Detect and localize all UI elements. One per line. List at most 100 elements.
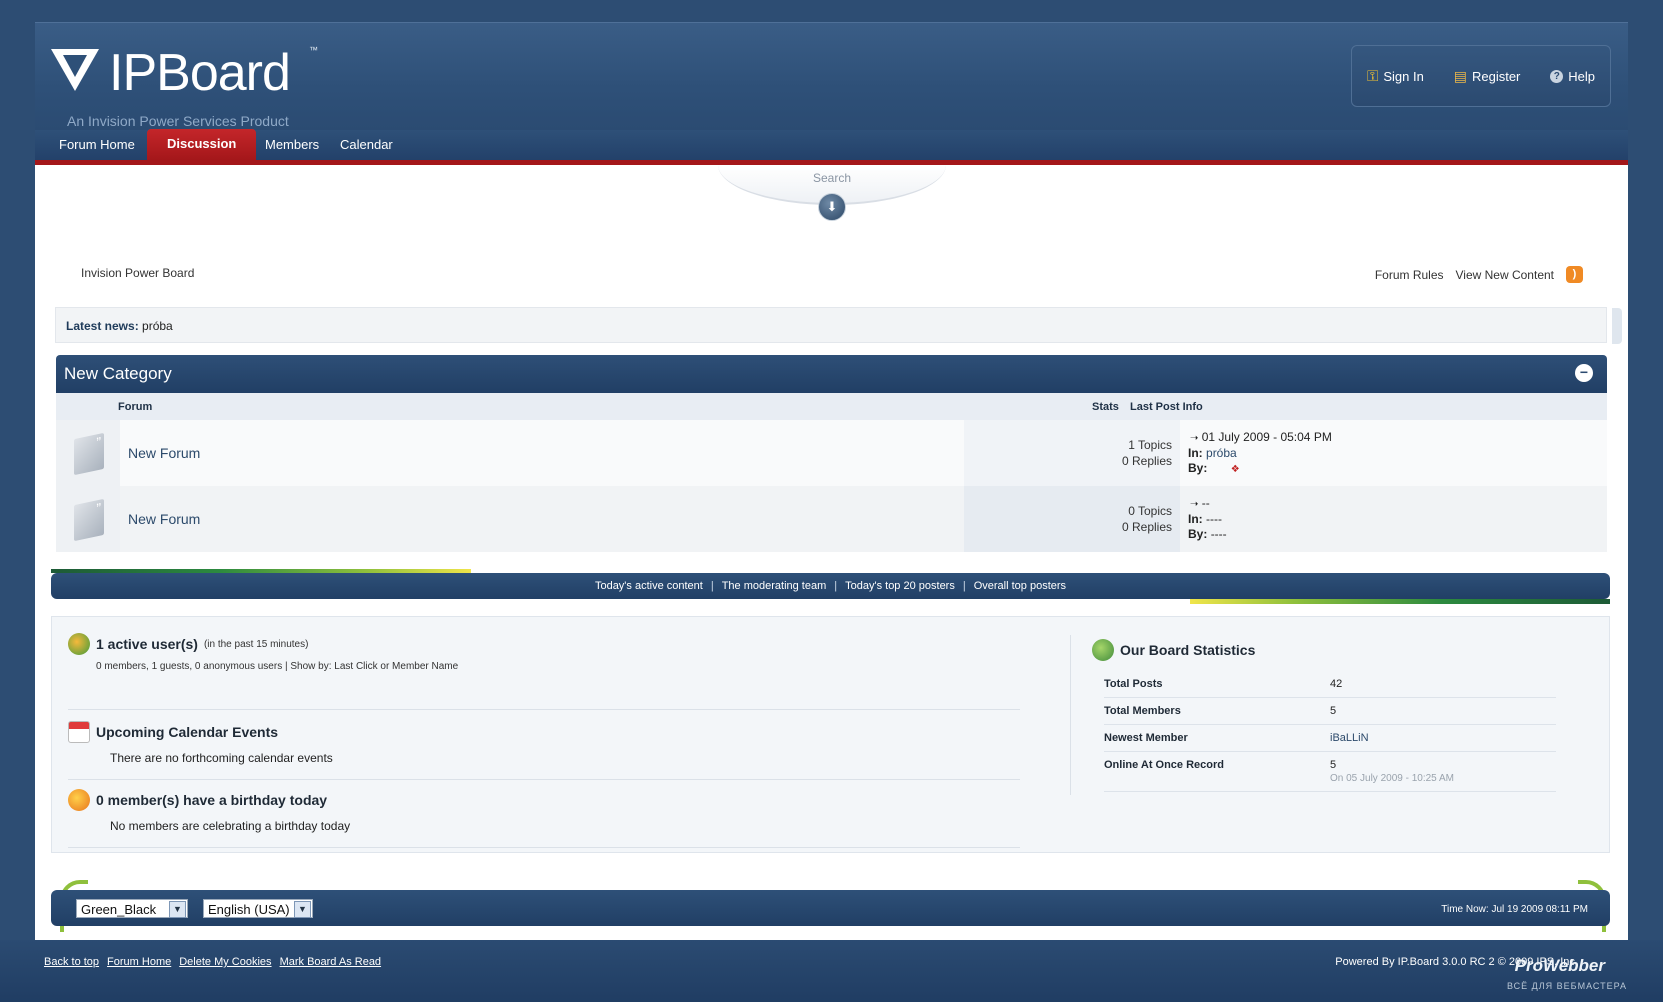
stat-key: Newest Member: [1104, 724, 1330, 752]
top-links: Forum Rules View New Content ): [1375, 266, 1583, 283]
forum-link[interactable]: New Forum: [128, 445, 200, 461]
logo-trademark: ™: [309, 45, 318, 55]
column-divider: [1070, 635, 1071, 795]
birthday-text: No members are celebrating a birthday to…: [110, 819, 351, 833]
search-label: Search: [812, 171, 852, 185]
last-post-topic-link[interactable]: próba: [1206, 446, 1237, 460]
help-link[interactable]: ? Help: [1550, 69, 1595, 84]
forum-name-cell: New Forum: [120, 486, 964, 552]
category-title[interactable]: New Category: [64, 364, 172, 383]
logo-tagline: An Invision Power Services Product: [67, 113, 289, 129]
last-post-author: ----: [1210, 527, 1227, 541]
replies-count: 0 Replies: [1121, 520, 1172, 534]
help-label: Help: [1568, 68, 1596, 84]
board-stats-title: Our Board Statistics: [1120, 642, 1256, 658]
table-row: Newest Member iBaLLiN: [1104, 724, 1556, 752]
tab-forum-home[interactable]: Forum Home: [59, 130, 135, 160]
top-20-posters-link[interactable]: Today's top 20 posters: [845, 580, 955, 592]
arrow-right-icon: ➝: [1190, 433, 1199, 444]
forum-row: ” New Forum 0 Topics 0 Replies ➝ -- In: …: [56, 486, 1607, 552]
member-icon: ❖: [1230, 464, 1240, 475]
col-stats: Stats: [1092, 401, 1119, 413]
watermark-subtext: ВСЁ ДЛЯ ВЕБМАСТЕРА: [1506, 981, 1627, 991]
decorative-stripe-right: [1190, 599, 1610, 604]
calendar-section: Upcoming Calendar Events There are no fo…: [68, 721, 1020, 780]
page-bottom: [0, 940, 1663, 1002]
forum-last-post-cell: ➝ -- In: ---- By: ----: [1180, 486, 1607, 552]
arrow-right-icon: ➝: [1190, 499, 1199, 510]
moderating-team-link[interactable]: The moderating team: [722, 580, 827, 592]
forum-read-icon: ”: [74, 432, 104, 476]
last-post-topic: ----: [1206, 512, 1222, 526]
forum-rules-link[interactable]: Forum Rules: [1375, 268, 1444, 282]
overall-top-posters-link[interactable]: Overall top posters: [974, 580, 1066, 592]
collapse-icon[interactable]: −: [1575, 364, 1593, 382]
forum-last-post-cell: ➝ 01 July 2009 - 05:04 PM In: próba By: …: [1180, 420, 1607, 486]
board-stats-table: Total Posts 42 Total Members 5 Newest Me…: [1104, 671, 1556, 792]
birthday-section: 0 member(s) have a birthday today No mem…: [68, 789, 1020, 848]
stat-key: Total Members: [1104, 697, 1330, 725]
forum-icon-cell: ”: [56, 420, 120, 486]
by-label: By:: [1188, 527, 1208, 541]
forum-name-cell: New Forum: [120, 420, 964, 486]
todays-active-content-link[interactable]: Today's active content: [595, 580, 703, 592]
register-link[interactable]: ▤ Register: [1454, 68, 1521, 85]
search-toggle-button[interactable]: ⬇: [818, 193, 846, 221]
logo-name: IPBoard: [109, 44, 291, 102]
arrow-down-icon: ⬇: [826, 199, 838, 214]
replies-count: 0 Replies: [1121, 454, 1172, 468]
col-last-post-info: Last Post Info: [1130, 401, 1203, 413]
board-info-box: 1 active user(s) (in the past 15 minutes…: [51, 616, 1610, 853]
tab-discussion[interactable]: Discussion: [147, 129, 257, 160]
active-users-section: 1 active user(s) (in the past 15 minutes…: [68, 633, 1020, 710]
stat-links-bar: Today's active content | The moderating te…: [51, 573, 1610, 599]
newest-member-link[interactable]: iBaLLiN: [1330, 732, 1369, 744]
latest-news-bar: Latest news: próba: [55, 307, 1607, 343]
footer-bar: Green_Black ▼ English (USA) ▼ Time Now: …: [51, 890, 1610, 926]
forum-column-headers: Forum Stats Last Post Info: [56, 393, 1607, 420]
active-users-title: 1 active user(s): [96, 636, 198, 652]
forum-icon-cell: ”: [56, 486, 120, 552]
table-row: Total Posts 42: [1104, 671, 1556, 698]
help-icon: ?: [1550, 69, 1564, 83]
latest-news-link[interactable]: próba: [142, 319, 173, 333]
delete-cookies-link[interactable]: Delete My Cookies: [179, 956, 271, 968]
skin-selector[interactable]: Green_Black ▼: [76, 899, 188, 918]
forum-row: ” New Forum 1 Topics 0 Replies ➝ 01 July…: [56, 420, 1607, 486]
birthday-title: 0 member(s) have a birthday today: [96, 792, 328, 808]
forum-home-link[interactable]: Forum Home: [107, 956, 171, 968]
forum-stats-cell: 0 Topics 0 Replies: [964, 486, 1180, 552]
col-forum: Forum: [118, 401, 153, 413]
record-date: On 05 July 2009 - 10:25 AM: [1330, 773, 1454, 784]
breadcrumb[interactable]: Invision Power Board: [81, 266, 194, 280]
tab-calendar[interactable]: Calendar: [340, 130, 393, 160]
site-header: IPBoard ™ An Invision Power Services Pro…: [35, 22, 1628, 131]
users-icon: [68, 633, 90, 655]
side-panel-toggle[interactable]: [1612, 308, 1622, 344]
latest-news-label: Latest news:: [66, 319, 139, 333]
table-row: Total Members 5: [1104, 697, 1556, 725]
category-header: New Category −: [56, 355, 1607, 393]
ipboard-logo-icon: [51, 49, 99, 91]
calendar-text: There are no forthcoming calendar events: [110, 751, 333, 765]
last-post-date-link[interactable]: 01 July 2009 - 05:04 PM: [1202, 430, 1332, 444]
rss-icon[interactable]: ): [1566, 266, 1583, 283]
tab-members[interactable]: Members: [265, 130, 319, 160]
language-selected-value: English (USA): [208, 902, 290, 917]
birthday-cake-icon: [68, 789, 90, 811]
in-label: In:: [1188, 512, 1203, 526]
mark-board-read-link[interactable]: Mark Board As Read: [280, 956, 382, 968]
register-label: Register: [1471, 68, 1521, 84]
topics-count: 1 Topics: [1128, 438, 1172, 452]
chevron-down-icon: ▼: [169, 901, 186, 918]
user-links-box: ⚿ Sign In ▤ Register ? Help: [1351, 45, 1611, 107]
forum-read-icon: ”: [74, 498, 104, 542]
language-selector[interactable]: English (USA) ▼: [203, 899, 313, 918]
back-to-top-link[interactable]: Back to top: [44, 956, 99, 968]
view-new-content-link[interactable]: View New Content: [1456, 268, 1555, 282]
clipboard-icon: ▤: [1453, 67, 1467, 84]
watermark-logo: ProWebber: [1514, 956, 1605, 975]
forum-link[interactable]: New Forum: [128, 511, 200, 527]
topics-count: 0 Topics: [1128, 504, 1172, 518]
sign-in-link[interactable]: ⚿ Sign In: [1367, 68, 1424, 85]
